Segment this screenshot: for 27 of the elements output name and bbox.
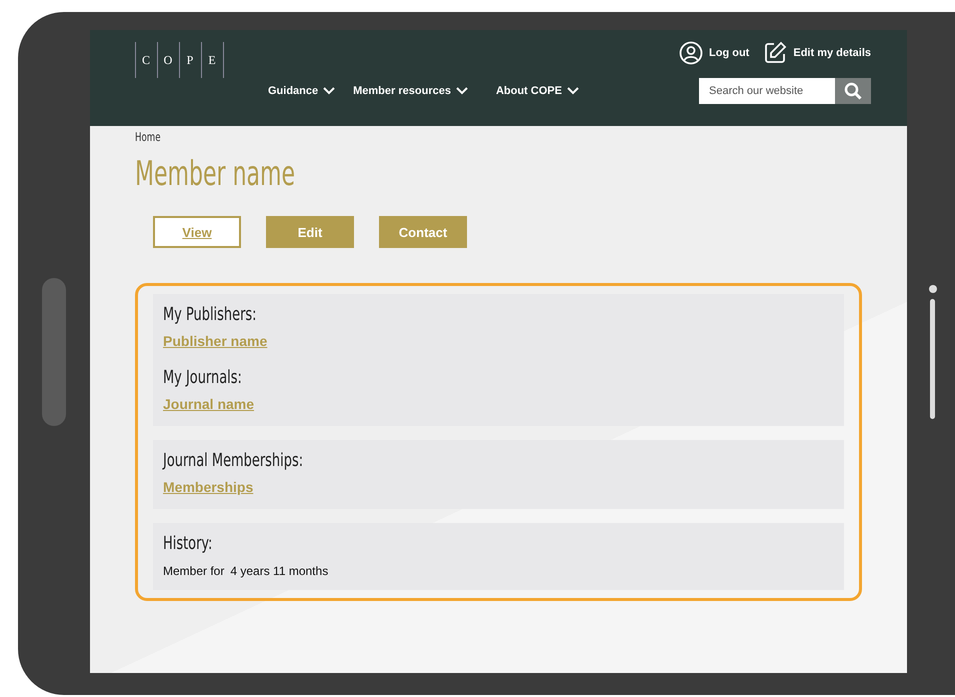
logo-letter: C [136,42,158,78]
field-value: 4 years 11 months [230,564,328,578]
field-label: Member for [163,564,224,578]
search-icon [844,82,862,100]
logo-letter: P [180,42,202,78]
camera-dot [929,284,937,292]
logo-letter: E [202,42,224,78]
nav-menu-item[interactable]: Member resources [353,85,468,97]
nav-menu-item[interactable]: About COPE [496,85,579,97]
section-heading: Journal Memberships: [163,450,304,471]
section-heading: My Publishers: [163,304,257,325]
account-link[interactable]: Edit my details [763,41,871,65]
account-link[interactable]: Log out [679,41,750,65]
logo[interactable]: C O P E [135,42,224,78]
edit-icon [763,41,788,65]
chevron-down-icon [456,87,468,95]
page-title: Member name [135,154,296,194]
user-icon [679,41,704,65]
chevron-down-icon [323,87,336,95]
breadcrumb-link[interactable]: Home [135,130,160,144]
search-button[interactable] [835,78,871,104]
section-heading: My Journals: [163,367,242,388]
search-field[interactable]: Search our website [699,78,835,104]
section-heading: History: [163,533,212,554]
nav-menu-item[interactable]: Guidance [268,85,336,97]
chevron-down-icon [566,87,579,95]
logo-letter: O [158,42,180,78]
